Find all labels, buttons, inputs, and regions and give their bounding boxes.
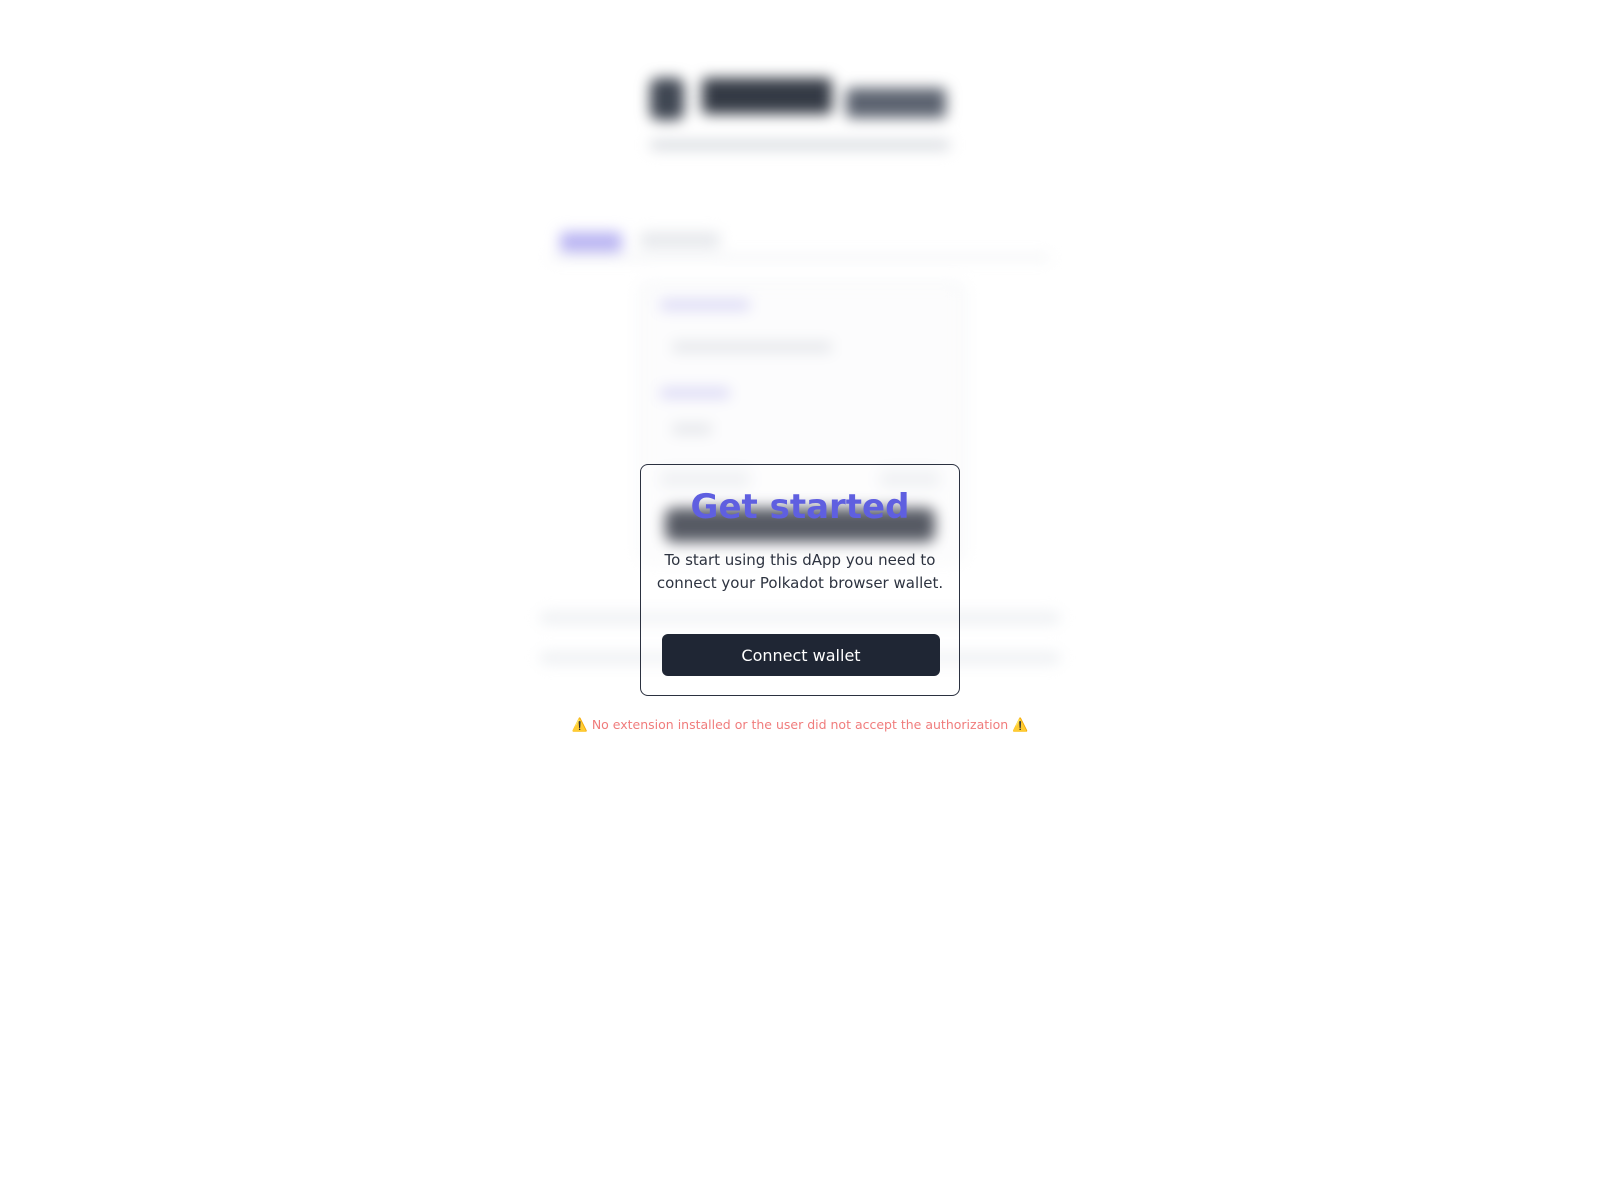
modal-title: Get started bbox=[690, 487, 910, 527]
warning-icon: ⚠️ bbox=[1012, 718, 1029, 733]
form-field-placeholder bbox=[672, 424, 712, 434]
app-logo-mark bbox=[650, 78, 684, 120]
extension-warning: ⚠️ No extension installed or the user di… bbox=[0, 717, 1600, 733]
form-label-placeholder bbox=[660, 388, 730, 398]
form-label-placeholder bbox=[660, 300, 750, 310]
get-started-modal: Get started To start using this dApp you… bbox=[640, 464, 960, 696]
app-subtitle-placeholder bbox=[650, 140, 950, 150]
page: Get started To start using this dApp you… bbox=[0, 0, 1600, 1200]
app-logo bbox=[650, 74, 950, 124]
warning-icon: ⚠️ bbox=[571, 718, 588, 733]
warning-text: No extension installed or the user did n… bbox=[591, 717, 1009, 732]
tab-active-placeholder bbox=[560, 232, 622, 252]
modal-description: To start using this dApp you need to con… bbox=[656, 551, 944, 592]
tab-placeholder bbox=[640, 232, 720, 248]
app-logo-word-secondary bbox=[846, 88, 946, 118]
app-logo-word bbox=[702, 78, 832, 114]
tab-divider bbox=[550, 256, 1050, 259]
connect-wallet-button[interactable]: Connect wallet bbox=[662, 634, 940, 676]
form-field-placeholder bbox=[672, 342, 832, 352]
